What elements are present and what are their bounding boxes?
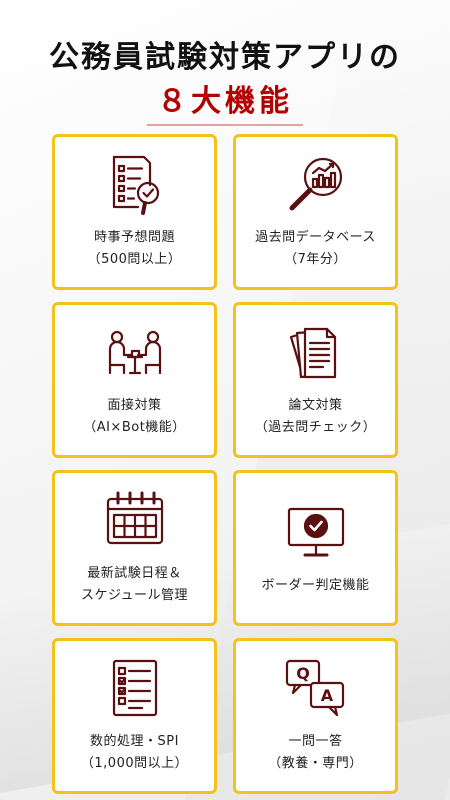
qa-bubbles-icon: Q A [283, 655, 349, 721]
chart-magnifier-icon [283, 151, 349, 217]
feature-card-qa: Q A 一問一答 （教養・専門） [233, 638, 398, 794]
page-subtitle: ８大機能 [147, 82, 303, 126]
interview-icon [102, 319, 168, 385]
svg-text:A: A [320, 686, 333, 705]
calendar-icon [102, 487, 168, 553]
feature-card-border-judgment: ボーダー判定機能 [233, 470, 398, 626]
feature-card-interview: 面接対策 （AI×Bot機能） [52, 302, 217, 458]
page-title: 公務員試験対策アプリの [49, 40, 401, 75]
feature-label: 一問一答 （教養・専門） [268, 734, 363, 771]
feature-label: 論文対策 （過去問チェック） [254, 398, 377, 435]
feature-label: 数的処理・SPI （1,000問以上） [80, 734, 189, 771]
header: 公務員試験対策アプリの ８大機能 [0, 38, 450, 126]
feature-label: 面接対策 （AI×Bot機能） [83, 398, 186, 435]
feature-card-past-exam-database: 過去問データベース （7年分） [233, 134, 398, 290]
feature-label: 時事予想問題 （500問以上） [87, 230, 182, 267]
feature-card-essay: 論文対策 （過去問チェック） [233, 302, 398, 458]
feature-label: 最新試験日程＆ スケジュール管理 [80, 566, 189, 603]
documents-icon [283, 319, 349, 385]
feature-card-schedule: 最新試験日程＆ スケジュール管理 [52, 470, 217, 626]
feature-card-current-affairs: 時事予想問題 （500問以上） [52, 134, 217, 290]
feature-label: ボーダー判定機能 [261, 578, 370, 593]
monitor-check-icon [283, 499, 349, 565]
feature-label: 過去問データベース （7年分） [255, 230, 376, 267]
feature-card-numerical-spi: 数的処理・SPI （1,000問以上） [52, 638, 217, 794]
checklist-magnifier-icon [102, 151, 168, 217]
checklist-icon [102, 655, 168, 721]
svg-text:Q: Q [296, 664, 310, 683]
feature-grid: 時事予想問題 （500問以上） 過去問データベース （7年分） 面接対策 （AI… [52, 134, 398, 794]
